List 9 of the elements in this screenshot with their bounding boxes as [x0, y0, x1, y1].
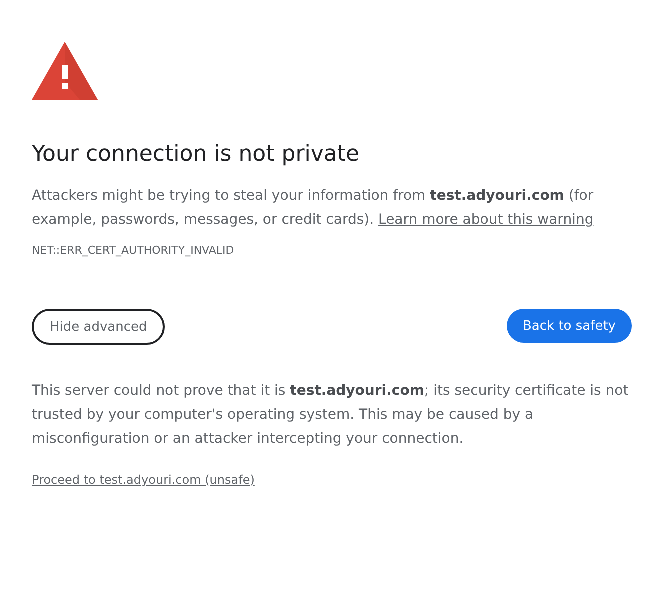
back-to-safety-button[interactable]: Back to safety — [507, 309, 632, 343]
proceed-link[interactable]: Proceed to test.adyouri.com (unsafe) — [32, 473, 255, 487]
details-message: This server could not prove that it is test.adyouri.com; its security certificate is not trusted by your computer's operating system. This may be caused by a misconfiguration or an attacker intercepting your connection. — [32, 382, 630, 449]
warning-icon — [32, 42, 98, 100]
error-code: NET::ERR_CERT_AUTHORITY_INVALID — [32, 244, 234, 257]
hide-advanced-button[interactable]: Hide advanced — [32, 309, 166, 345]
page-heading: Your connection is not private — [32, 141, 360, 169]
warning-message: Attackers might be trying to steal your information from test.adyouri.com (for example, passwords, messages, or credit cards). Learn more about this warning — [32, 187, 595, 230]
learn-more-link[interactable]: Learn more about this warning — [378, 212, 594, 228]
